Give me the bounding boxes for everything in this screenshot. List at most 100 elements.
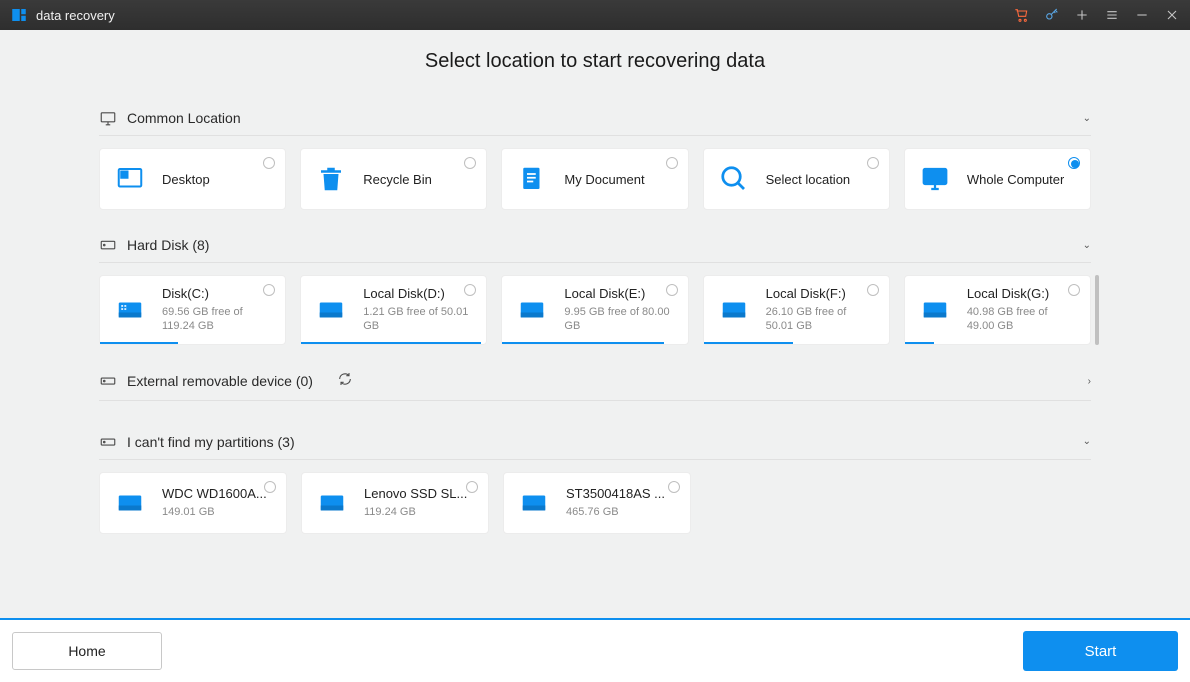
monitor-icon — [99, 109, 117, 127]
section-header-external[interactable]: External removable device (0) › — [99, 363, 1091, 401]
drive-icon — [313, 292, 349, 328]
cart-icon[interactable] — [1014, 7, 1030, 23]
radio[interactable] — [464, 157, 476, 169]
card-title: Desktop — [162, 172, 210, 187]
menu-icon[interactable] — [1104, 7, 1120, 23]
radio[interactable] — [668, 481, 680, 493]
card-recycle-bin[interactable]: Recycle Bin — [300, 148, 487, 210]
usage-bar — [301, 342, 481, 344]
title-controls — [1014, 7, 1180, 23]
card-disk-g[interactable]: Local Disk(G:) 40.98 GB free of 49.00 GB — [904, 275, 1091, 345]
radio[interactable] — [464, 284, 476, 296]
drive-icon — [514, 292, 550, 328]
main-area: Select location to start recovering data… — [0, 30, 1190, 618]
card-disk-e[interactable]: Local Disk(E:) 9.95 GB free of 80.00 GB — [501, 275, 688, 345]
search-icon — [716, 161, 752, 197]
card-title: Local Disk(G:) — [967, 286, 1076, 301]
chevron-down-icon: ⌄ — [1083, 113, 1091, 124]
card-title: Disk(C:) — [162, 286, 271, 301]
footer: Home Start — [0, 620, 1190, 682]
home-button[interactable]: Home — [12, 632, 162, 670]
section-label: External removable device (0) — [127, 373, 313, 389]
card-sub: 1.21 GB free of 50.01 GB — [363, 305, 472, 334]
section-label: Hard Disk (8) — [127, 237, 209, 253]
lost-partitions-grid: WDC WD1600A... 149.01 GB Lenovo SSD SL...… — [99, 472, 1091, 534]
card-sub: 26.10 GB free of 50.01 GB — [766, 305, 875, 334]
computer-icon — [917, 161, 953, 197]
key-icon[interactable] — [1044, 7, 1060, 23]
card-title: Local Disk(E:) — [564, 286, 673, 301]
chevron-down-icon: ⌄ — [1083, 240, 1091, 251]
common-location-grid: Desktop Recycle Bin My Document Select l… — [99, 148, 1091, 210]
card-title: ST3500418AS ... — [566, 486, 665, 501]
radio[interactable] — [867, 284, 879, 296]
card-title: WDC WD1600A... — [162, 486, 267, 501]
document-icon — [514, 161, 550, 197]
radio[interactable] — [263, 284, 275, 296]
card-title: Local Disk(D:) — [363, 286, 472, 301]
radio[interactable] — [1068, 157, 1080, 169]
card-sub: 465.76 GB — [566, 505, 665, 519]
desktop-icon — [112, 161, 148, 197]
card-sub: 149.01 GB — [162, 505, 267, 519]
partition-icon — [99, 433, 117, 451]
card-sub: 119.24 GB — [364, 505, 467, 519]
card-title: Whole Computer — [967, 172, 1065, 187]
app-title: data recovery — [36, 8, 115, 23]
page-title: Select location to start recovering data — [425, 50, 765, 73]
radio[interactable] — [867, 157, 879, 169]
drive-icon — [716, 292, 752, 328]
external-drive-icon — [99, 372, 117, 390]
card-title: Lenovo SSD SL... — [364, 486, 467, 501]
hard-disk-icon — [99, 236, 117, 254]
minimize-icon[interactable] — [1134, 7, 1150, 23]
card-whole-computer[interactable]: Whole Computer — [904, 148, 1091, 210]
chevron-down-icon: ⌄ — [1083, 436, 1091, 447]
card-disk-d[interactable]: Local Disk(D:) 1.21 GB free of 50.01 GB — [300, 275, 487, 345]
usage-bar — [704, 342, 793, 344]
recycle-bin-icon — [313, 161, 349, 197]
card-disk-f[interactable]: Local Disk(F:) 26.10 GB free of 50.01 GB — [703, 275, 890, 345]
card-title: Select location — [766, 172, 851, 187]
radio[interactable] — [666, 157, 678, 169]
card-select-location[interactable]: Select location — [703, 148, 890, 210]
section-label: Common Location — [127, 110, 241, 126]
hard-disk-grid: Disk(C:) 69.56 GB free of 119.24 GB Local… — [99, 275, 1091, 345]
card-sub: 9.95 GB free of 80.00 GB — [564, 305, 673, 334]
radio[interactable] — [1068, 284, 1080, 296]
card-lost-3[interactable]: ST3500418AS ... 465.76 GB — [503, 472, 691, 534]
card-my-document[interactable]: My Document — [501, 148, 688, 210]
radio[interactable] — [264, 481, 276, 493]
chevron-right-icon: › — [1088, 376, 1091, 387]
radio[interactable] — [666, 284, 678, 296]
usage-bar — [502, 342, 663, 344]
title-bar: data recovery — [0, 0, 1190, 30]
drive-icon — [516, 485, 552, 521]
radio[interactable] — [263, 157, 275, 169]
card-sub: 69.56 GB free of 119.24 GB — [162, 305, 271, 334]
card-desktop[interactable]: Desktop — [99, 148, 286, 210]
drive-icon — [112, 292, 148, 328]
usage-bar — [905, 342, 935, 344]
card-lost-2[interactable]: Lenovo SSD SL... 119.24 GB — [301, 472, 489, 534]
start-button[interactable]: Start — [1023, 631, 1178, 671]
drive-icon — [917, 292, 953, 328]
section-header-common[interactable]: Common Location ⌄ — [99, 101, 1091, 136]
drive-icon — [112, 485, 148, 521]
card-disk-c[interactable]: Disk(C:) 69.56 GB free of 119.24 GB — [99, 275, 286, 345]
content: Common Location ⌄ Desktop Recycle Bin My… — [99, 101, 1091, 552]
card-title: My Document — [564, 172, 644, 187]
card-title: Recycle Bin — [363, 172, 432, 187]
card-sub: 40.98 GB free of 49.00 GB — [967, 305, 1076, 334]
usage-bar — [100, 342, 178, 344]
refresh-icon[interactable] — [337, 371, 353, 392]
app-logo: data recovery — [10, 6, 115, 24]
card-title: Local Disk(F:) — [766, 286, 875, 301]
close-icon[interactable] — [1164, 7, 1180, 23]
section-header-lost[interactable]: I can't find my partitions (3) ⌄ — [99, 425, 1091, 460]
section-label: I can't find my partitions (3) — [127, 434, 295, 450]
section-header-hard-disk[interactable]: Hard Disk (8) ⌄ — [99, 228, 1091, 263]
radio[interactable] — [466, 481, 478, 493]
card-lost-1[interactable]: WDC WD1600A... 149.01 GB — [99, 472, 287, 534]
plus-icon[interactable] — [1074, 7, 1090, 23]
